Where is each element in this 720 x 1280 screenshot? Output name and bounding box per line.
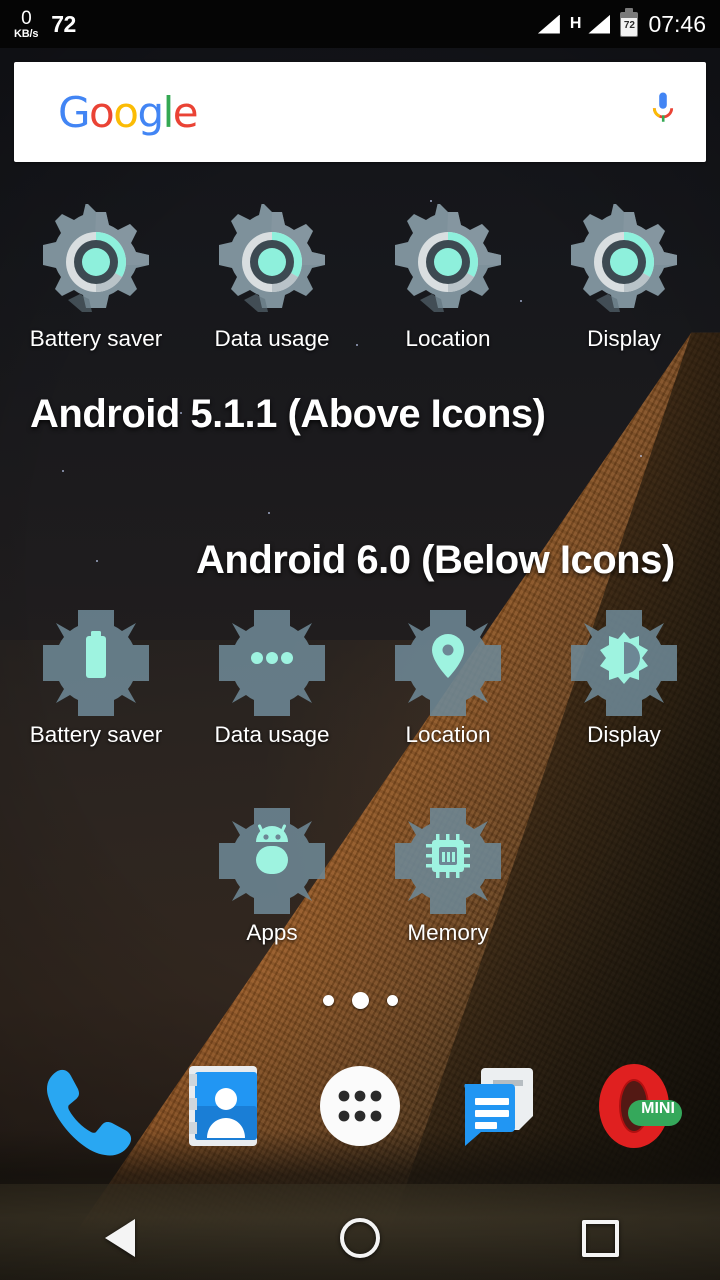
home-button[interactable]: [312, 1196, 408, 1280]
status-bar-right: H 72 07:46: [537, 7, 706, 38]
recents-button[interactable]: [552, 1196, 648, 1280]
home-icon-memory[interactable]: Memory: [360, 798, 536, 946]
status-bar-clock: 07:46: [648, 10, 706, 37]
network-speed-value: 0: [21, 7, 32, 29]
battery-glyph-icon: [43, 610, 149, 716]
home-icon-label: Display: [587, 326, 661, 351]
page-dot-2[interactable]: [386, 995, 398, 1006]
home-icon-apps[interactable]: Apps: [184, 798, 360, 946]
google-search-widget[interactable]: Google: [14, 62, 706, 162]
phone-app-icon[interactable]: [34, 1054, 138, 1158]
home-icon-location[interactable]: Location: [360, 202, 536, 352]
settings-gear-icon: [214, 202, 330, 320]
brightness-glyph-icon: [571, 610, 677, 716]
back-button[interactable]: [72, 1196, 168, 1280]
signal-bars-icon-2: [588, 14, 611, 34]
google-logo-letter-0: G: [58, 87, 91, 137]
google-logo-letter-4: l: [162, 87, 175, 137]
android-robot-glyph-icon: [219, 808, 325, 914]
android-home-screen: 0 KB/s 72 H 72 07:46 Google Battery save…: [0, 0, 720, 1280]
home-icon-display[interactable]: Display: [536, 600, 712, 748]
settings-gear-icon: [219, 202, 325, 312]
home-icon-label: Data usage: [214, 722, 330, 747]
home-icon-label: Apps: [246, 920, 298, 945]
memory-chip-glyph-icon: [390, 798, 506, 914]
page-dot-0[interactable]: [322, 995, 334, 1006]
app-drawer-icon[interactable]: [308, 1054, 412, 1158]
microphone-icon[interactable]: [650, 88, 676, 136]
map-pin-glyph-icon: [390, 600, 506, 716]
google-logo-letter-3: g: [137, 87, 164, 137]
home-icon-label: Battery saver: [29, 722, 163, 747]
opera-mini-badge-label: MINI: [641, 1100, 675, 1117]
memory-chip-glyph-icon: [395, 808, 501, 914]
home-icon-battery-saver[interactable]: Battery saver: [8, 202, 184, 352]
three-dots-glyph-icon: [219, 610, 325, 716]
home-icon-label: Display: [587, 722, 661, 747]
network-speed-indicator: 0 KB/s: [14, 9, 38, 40]
brightness-glyph-icon: [566, 600, 682, 716]
home-icon-display[interactable]: Display: [536, 202, 712, 352]
contacts-app-icon[interactable]: [171, 1054, 275, 1158]
settings-gear-icon: [390, 202, 506, 320]
google-logo: Google: [58, 87, 199, 137]
home-icon-data-usage[interactable]: Data usage: [184, 202, 360, 352]
home-icon-label: Location: [405, 326, 491, 351]
messages-app-icon[interactable]: [445, 1054, 549, 1158]
heading-above-icons: Android 5.1.1 (Above Icons): [30, 392, 546, 436]
status-bar[interactable]: 0 KB/s 72 H 72 07:46: [0, 0, 720, 48]
battery-glyph-icon: [38, 600, 154, 716]
home-icon-label: Data usage: [214, 326, 330, 351]
page-indicator[interactable]: [0, 992, 720, 1009]
home-icon-data-usage[interactable]: Data usage: [184, 600, 360, 748]
navigation-bar: [0, 1196, 720, 1280]
status-bar-left: 0 KB/s 72: [14, 9, 76, 40]
google-logo-letter-5: e: [172, 87, 199, 137]
battery-icon: 72: [620, 7, 639, 37]
battery-percent-label: 72: [623, 20, 635, 31]
opera-mini-app-icon[interactable]: MINI: [582, 1054, 686, 1158]
notification-count: 72: [51, 10, 76, 37]
google-logo-letter-1: o: [89, 87, 115, 137]
three-dots-glyph-icon: [214, 600, 330, 716]
home-icon-label: Battery saver: [29, 326, 163, 351]
network-type-label: H: [569, 15, 582, 32]
home-icon-label: Memory: [407, 920, 489, 945]
settings-gear-icon: [38, 202, 154, 320]
settings-gear-icon: [566, 202, 682, 320]
page-dot-1[interactable]: [351, 992, 369, 1009]
settings-gear-icon: [43, 202, 149, 312]
home-icon-battery-saver[interactable]: Battery saver: [8, 600, 184, 748]
settings-gear-icon: [395, 202, 501, 312]
settings-gear-icon: [571, 202, 677, 312]
home-icon-location[interactable]: Location: [360, 600, 536, 748]
home-icon-label: Location: [405, 722, 491, 747]
network-speed-unit: KB/s: [14, 27, 39, 40]
dock: MINI: [0, 1046, 720, 1166]
heading-below-icons: Android 6.0 (Below Icons): [196, 538, 675, 582]
map-pin-glyph-icon: [395, 610, 501, 716]
android-robot-glyph-icon: [214, 798, 330, 914]
google-logo-letter-2: o: [113, 87, 139, 137]
signal-bars-icon: [537, 14, 560, 34]
